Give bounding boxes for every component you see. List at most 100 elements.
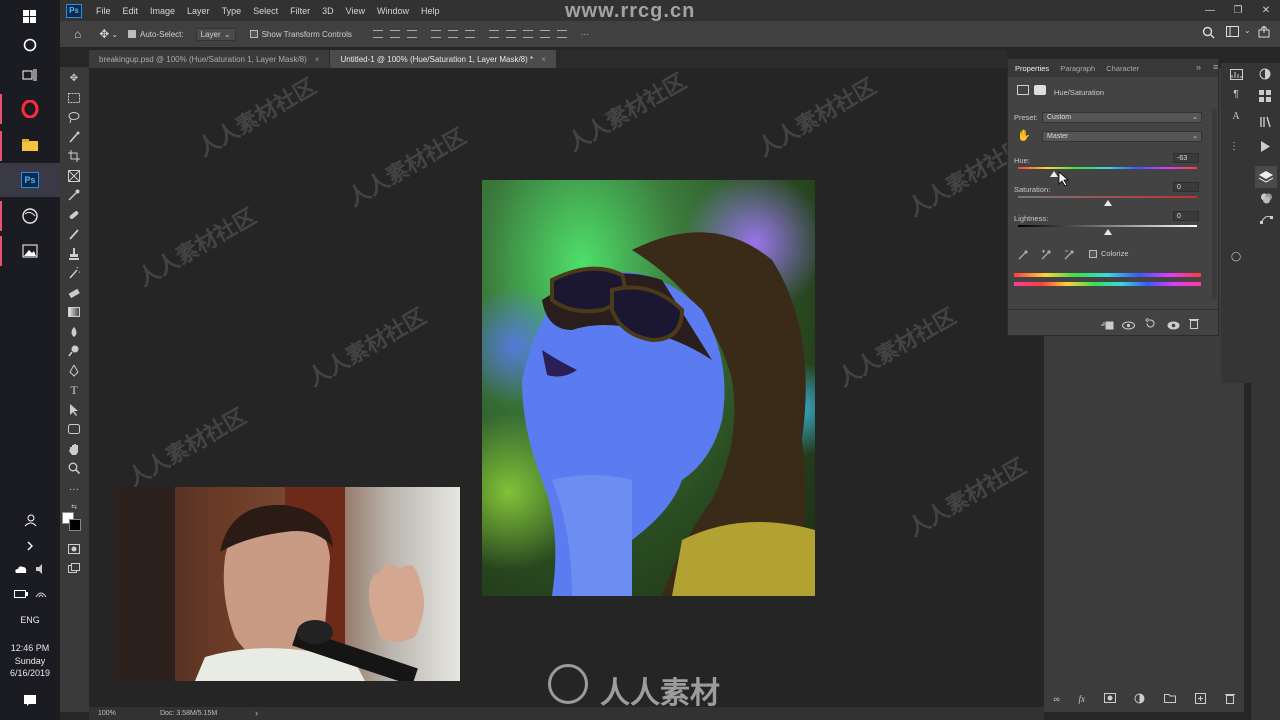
quick-selection-tool-icon[interactable]	[66, 130, 82, 144]
paragraph-icon[interactable]: ¶	[1228, 87, 1244, 101]
view-previous-icon[interactable]	[1122, 317, 1135, 335]
align-left-icon[interactable]	[372, 30, 383, 38]
fx-icon[interactable]: fx	[1079, 694, 1086, 704]
actions-play-icon[interactable]	[1257, 139, 1273, 153]
color-icon[interactable]	[1257, 67, 1273, 81]
workspace-chevron-icon[interactable]: ⌄	[1244, 26, 1251, 35]
tab-properties[interactable]: Properties	[1015, 64, 1049, 73]
battery-icon[interactable]	[13, 585, 28, 603]
align-center-icon[interactable]	[389, 30, 400, 38]
browser-icon[interactable]	[0, 199, 60, 233]
align-bottom-icon[interactable]	[464, 30, 475, 38]
add-mask-icon[interactable]	[1103, 693, 1116, 705]
clock-time[interactable]: 12:46 PM	[0, 643, 60, 653]
auto-select-dropdown[interactable]: Layer ⌄	[195, 27, 236, 41]
saturation-slider-track[interactable]	[1018, 196, 1197, 198]
crop-tool-icon[interactable]	[66, 149, 82, 163]
tab-untitled-1[interactable]: Untitled-1 @ 100% (Hue/Saturation 1, Lay…	[330, 50, 557, 68]
eraser-tool-icon[interactable]	[66, 286, 82, 300]
saturation-value-field[interactable]: 0	[1173, 182, 1199, 192]
new-group-icon[interactable]	[1164, 693, 1177, 705]
distribute-top-icon[interactable]	[539, 30, 550, 38]
colorize-toggle[interactable]: Colorize	[1089, 249, 1129, 258]
document-size[interactable]: Doc: 3.58M/5.15M	[160, 710, 217, 717]
home-icon[interactable]: ⌂	[74, 27, 81, 41]
subtract-eyedropper-icon[interactable]	[1064, 247, 1074, 265]
hue-value-field[interactable]: -63	[1173, 153, 1199, 163]
eyedropper-tool-icon[interactable]	[66, 188, 82, 202]
paths-icon[interactable]	[1258, 211, 1274, 225]
frame-tool-icon[interactable]	[66, 169, 82, 183]
move-tool-icon[interactable]: ✥	[99, 27, 109, 41]
screen-mode-icon[interactable]	[66, 561, 82, 575]
canvas-image[interactable]	[482, 180, 815, 596]
hue-slider-thumb[interactable]	[1049, 171, 1058, 177]
lightness-value-field[interactable]: 0	[1173, 211, 1199, 221]
language-indicator[interactable]: ENG	[0, 615, 60, 625]
lightness-slider-track[interactable]	[1018, 225, 1197, 227]
panel-menu-icon[interactable]: ≡	[1213, 62, 1218, 72]
options-circle-icon[interactable]: ◯	[1228, 249, 1244, 263]
healing-brush-tool-icon[interactable]	[66, 208, 82, 222]
share-icon[interactable]	[1258, 25, 1270, 40]
layers-icon[interactable]	[1258, 170, 1274, 184]
distribute-middle-icon[interactable]	[556, 30, 567, 38]
properties-scrollbar[interactable]	[1212, 109, 1217, 299]
history-brush-tool-icon[interactable]	[66, 266, 82, 280]
clone-stamp-tool-icon[interactable]	[66, 247, 82, 261]
opera-icon[interactable]	[0, 92, 60, 126]
colorize-checkbox[interactable]	[1089, 249, 1097, 258]
menu-edit[interactable]: Edit	[123, 6, 139, 16]
histogram-icon[interactable]	[1228, 67, 1244, 81]
tab-breakingup[interactable]: breakingup.psd @ 100% (Hue/Saturation 1,…	[89, 50, 331, 68]
move-tool-icon[interactable]: ✥	[66, 71, 82, 85]
search-circle-icon[interactable]	[0, 28, 60, 62]
distribute-right-icon[interactable]	[522, 30, 533, 38]
menu-layer[interactable]: Layer	[187, 6, 210, 16]
new-layer-icon[interactable]	[1194, 692, 1206, 706]
visibility-eye-icon[interactable]	[1167, 317, 1180, 335]
transform-controls-checkbox[interactable]	[249, 30, 258, 38]
tool-presets-icon[interactable]: ⋮	[1226, 139, 1242, 153]
blur-tool-icon[interactable]	[66, 325, 82, 339]
path-selection-tool-icon[interactable]	[66, 403, 82, 417]
zoom-tool-icon[interactable]	[66, 461, 82, 475]
quick-mask-icon[interactable]	[66, 542, 82, 556]
close-tab-icon[interactable]: ×	[541, 55, 546, 64]
edit-toolbar-icon[interactable]: ···	[66, 482, 82, 496]
eyedropper-icon[interactable]	[1018, 247, 1028, 265]
distribute-left-icon[interactable]	[488, 30, 499, 38]
align-middle-icon[interactable]	[447, 30, 458, 38]
adjustment-layer-icon[interactable]	[1017, 85, 1029, 95]
delete-layer-icon[interactable]	[1224, 693, 1235, 706]
auto-select-toggle[interactable]: Auto-Select:	[128, 30, 184, 39]
tool-preset-chevron-icon[interactable]: ⌄	[111, 30, 118, 39]
file-explorer-icon[interactable]	[0, 128, 60, 162]
brush-tool-icon[interactable]	[66, 227, 82, 241]
close-icon[interactable]: ✕	[1253, 0, 1279, 21]
saturation-slider-thumb[interactable]	[1103, 200, 1112, 206]
task-view-icon[interactable]	[0, 58, 60, 92]
channel-dropdown[interactable]: Master ⌄	[1042, 131, 1202, 142]
channels-icon[interactable]	[1258, 191, 1274, 205]
type-tool-icon[interactable]: T	[66, 383, 82, 397]
background-color-swatch[interactable]	[69, 519, 81, 531]
close-tab-icon[interactable]: ×	[315, 55, 320, 64]
clock-date[interactable]: 6/16/2019	[0, 668, 60, 678]
menu-image[interactable]: Image	[150, 6, 175, 16]
photoshop-icon[interactable]: Ps	[0, 163, 60, 197]
hue-slider-track[interactable]	[1018, 167, 1197, 169]
minimize-icon[interactable]: —	[1197, 0, 1223, 21]
gradient-tool-icon[interactable]	[66, 305, 82, 319]
marquee-tool-icon[interactable]	[66, 91, 82, 105]
lightness-slider-thumb[interactable]	[1103, 229, 1112, 235]
hand-tool-icon[interactable]	[66, 442, 82, 456]
clip-to-layer-icon[interactable]	[1101, 317, 1114, 335]
tab-paragraph[interactable]: Paragraph	[1060, 64, 1095, 73]
preset-dropdown[interactable]: Custom ⌄	[1042, 112, 1202, 123]
reset-icon[interactable]	[1145, 316, 1156, 334]
distribute-center-icon[interactable]	[505, 30, 516, 38]
notifications-icon[interactable]	[0, 683, 60, 717]
menu-view[interactable]: View	[346, 6, 365, 16]
menu-3d[interactable]: 3D	[322, 6, 334, 16]
